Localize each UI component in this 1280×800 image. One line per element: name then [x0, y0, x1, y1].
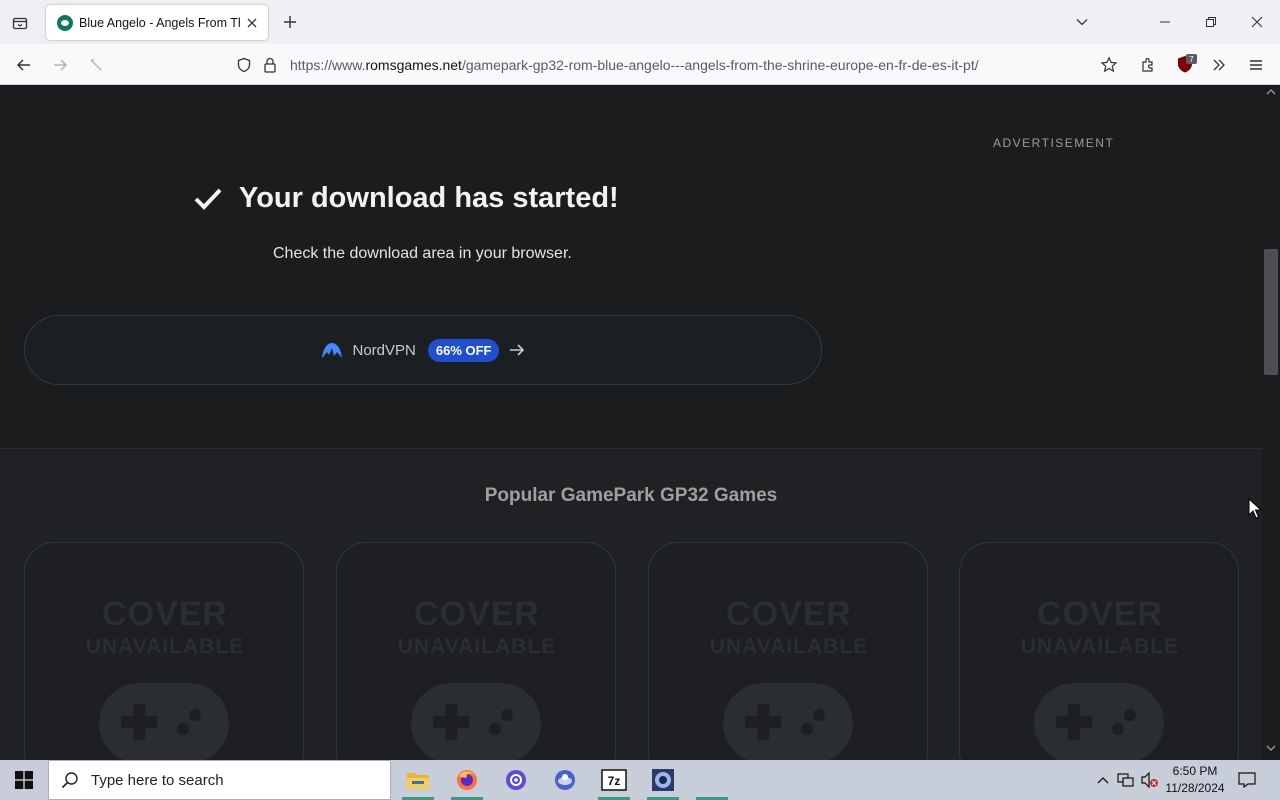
cover-placeholder-text: COVER: [726, 595, 852, 633]
game-card[interactable]: COVER UNAVAILABLE: [24, 542, 304, 760]
download-started-heading: Your download has started!: [193, 182, 619, 215]
new-tab-icon[interactable]: [280, 12, 300, 32]
popular-games-section: Popular GamePark GP32 Games COVER UNAVAI…: [0, 449, 1262, 760]
forward-icon[interactable]: [47, 52, 73, 78]
mouse-cursor-icon: [1248, 498, 1262, 519]
url-text[interactable]: https://www.romsgames.net/gamepark-gp32-…: [290, 57, 979, 73]
extension-badge-count: 7: [1189, 55, 1194, 64]
stop-loading-icon[interactable]: [83, 52, 109, 78]
site-favicon-icon: [57, 14, 73, 31]
browser-window: Blue Angelo - Angels From The Shrine: [0, 0, 1280, 760]
gamepad-icon: [1034, 683, 1164, 760]
windows-taskbar: Type here to search 7z 6:50 PM 11/28/202…: [0, 760, 1280, 800]
gamepad-icon: [411, 683, 541, 760]
minimize-icon[interactable]: [1153, 10, 1177, 34]
camera-app-icon[interactable]: [643, 760, 683, 800]
clock-time: 6:50 PM: [1172, 764, 1218, 778]
scrollbar-thumb[interactable]: [1264, 249, 1278, 375]
cover-placeholder-text: COVER: [102, 595, 228, 633]
tab-strip: Blue Angelo - Angels From The Shrine: [0, 0, 1280, 44]
notifications-icon[interactable]: [1236, 760, 1258, 800]
more-tools-icon[interactable]: [1206, 52, 1232, 78]
network-icon[interactable]: [1116, 760, 1136, 800]
clock-date: 11/28/2024: [1165, 781, 1225, 795]
start-button[interactable]: [0, 760, 48, 800]
cover-placeholder-subtext: UNAVAILABLE: [709, 635, 869, 658]
cover-placeholder-subtext: UNAVAILABLE: [397, 635, 557, 658]
file-explorer-icon[interactable]: [398, 760, 438, 800]
tab-close-icon[interactable]: [244, 15, 260, 31]
tab-list-icon[interactable]: [8, 11, 32, 35]
app-menu-icon[interactable]: [1243, 52, 1269, 78]
restore-icon[interactable]: [1199, 10, 1223, 34]
7zip-icon[interactable]: 7z: [594, 760, 634, 800]
nordvpn-promo-button[interactable]: NordVPN 66% OFF: [24, 315, 822, 385]
svg-text:7z: 7z: [608, 774, 621, 788]
purple-app-icon[interactable]: [496, 760, 536, 800]
extensions-icon[interactable]: [1135, 52, 1161, 78]
bookmark-star-icon[interactable]: [1096, 52, 1122, 78]
volume-muted-icon[interactable]: [1140, 760, 1160, 800]
cover-placeholder-subtext: UNAVAILABLE: [1020, 635, 1180, 658]
search-icon: [61, 772, 78, 789]
cover-placeholder-text: COVER: [1037, 595, 1163, 633]
back-icon[interactable]: [11, 52, 37, 78]
discount-badge: 66% OFF: [427, 338, 500, 362]
game-card[interactable]: COVER UNAVAILABLE: [648, 542, 928, 760]
gamepad-icon: [723, 683, 853, 760]
page-content: ADVERTISEMENT Your download has started!…: [0, 86, 1262, 760]
gamepad-icon: [99, 683, 229, 760]
game-card[interactable]: COVER UNAVAILABLE: [959, 542, 1239, 760]
url-bar[interactable]: https://www.romsgames.net/gamepark-gp32-…: [228, 49, 1128, 80]
tracking-protection-shield-icon[interactable]: [234, 55, 254, 75]
download-title: Your download has started!: [239, 182, 619, 214]
search-placeholder: Type here to search: [91, 771, 224, 789]
scroll-down-icon[interactable]: [1266, 744, 1276, 752]
navigation-bar: https://www.romsgames.net/gamepark-gp32-…: [0, 44, 1280, 85]
system-clock[interactable]: 6:50 PM 11/28/2024: [1160, 763, 1230, 797]
checkmark-icon: [194, 188, 222, 210]
tab-title: Blue Angelo - Angels From The Shrine: [79, 15, 240, 30]
list-all-tabs-icon[interactable]: [1070, 10, 1094, 34]
arrow-right-icon: [510, 344, 525, 356]
page-scrollbar[interactable]: [1262, 86, 1280, 760]
cover-placeholder-text: COVER: [414, 595, 540, 633]
advertisement-label: ADVERTISEMENT: [993, 136, 1115, 150]
ublock-extension-icon[interactable]: 7: [1176, 54, 1198, 76]
download-subtitle: Check the download area in your browser.: [273, 245, 572, 262]
lock-icon[interactable]: [260, 55, 280, 75]
show-hidden-icons-icon[interactable]: [1094, 760, 1112, 800]
blue-app-icon[interactable]: [545, 760, 585, 800]
scroll-up-icon[interactable]: [1266, 88, 1276, 96]
promo-brand: NordVPN: [352, 341, 416, 359]
taskbar-search-box[interactable]: Type here to search: [48, 760, 391, 800]
close-window-icon[interactable]: [1245, 10, 1269, 34]
game-card[interactable]: COVER UNAVAILABLE: [336, 542, 616, 760]
taskbar-running-indicator[interactable]: [692, 760, 732, 800]
popular-heading: Popular GamePark GP32 Games: [484, 485, 778, 506]
cover-placeholder-subtext: UNAVAILABLE: [85, 635, 245, 658]
windows-logo-icon: [15, 771, 33, 789]
nordvpn-logo-icon: [321, 343, 342, 358]
tab-active[interactable]: Blue Angelo - Angels From The Shrine: [46, 5, 268, 40]
firefox-icon[interactable]: [447, 760, 487, 800]
